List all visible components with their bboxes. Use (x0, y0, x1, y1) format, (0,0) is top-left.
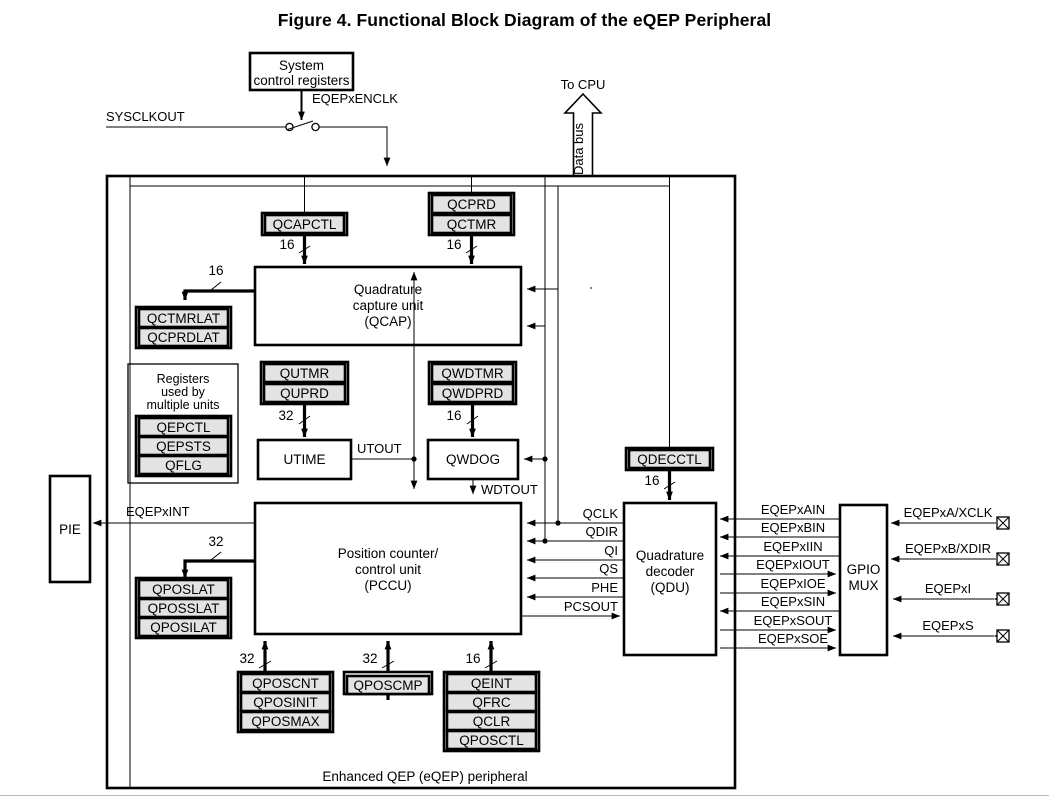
qcprdlat-label: QCPRDLAT (147, 330, 220, 345)
qdu-unit-box (622, 501, 718, 657)
qclr-label: QCLR (473, 714, 511, 729)
qposlat-label: QPOSLAT (152, 582, 215, 597)
eqepxi-label: EQEPxI (925, 581, 971, 596)
eqepxbin-label: EQEPxBIN (761, 520, 825, 535)
qposilat-label: QPOSILAT (150, 620, 217, 635)
peripheral-caption: Enhanced QEP (eQEP) peripheral (322, 769, 527, 784)
qeint-bus-width: 16 (465, 651, 480, 666)
qfrc-label: QFRC (472, 695, 510, 710)
qwdog-label: QWDOG (446, 452, 500, 467)
quprd-bus-width: 32 (278, 408, 293, 423)
qdu-gpio-signal-group: EQEPxAIN EQEPxBIN EQEPxIIN EQEPxIOUT EQE… (719, 502, 840, 652)
qctmr-bus-width: 16 (446, 237, 461, 252)
pccu-line2: control unit (355, 562, 421, 577)
qdecctl-bus-width: 16 (644, 473, 659, 488)
pie-label: PIE (59, 522, 81, 537)
phe-label: PHE (591, 580, 618, 595)
qctmrlat-label: QCTMRLAT (147, 311, 220, 326)
shared-registers-line1: Registers (157, 372, 210, 386)
eqepxsoe-label: EQEPxSOE (758, 631, 828, 646)
eqepxint-label: EQEPxINT (126, 504, 190, 519)
qdu-line2: decoder (646, 564, 695, 579)
qposmax-label: QPOSMAX (251, 714, 319, 729)
qposcmp-label: QPOSCMP (353, 678, 422, 693)
qi-label: QI (604, 543, 618, 558)
eqepxs-label: EQEPxS (922, 618, 974, 633)
qcap-line1: Quadrature (354, 282, 422, 297)
qdecctl-label: QDECCTL (637, 452, 702, 467)
qdir-label: QDIR (586, 524, 619, 539)
data-bus-label: Data bus (571, 122, 586, 175)
qcap-latch-bus-width: 16 (208, 263, 223, 278)
qposcnt-label: QPOSCNT (252, 676, 319, 691)
switch-contact-left (285, 122, 294, 132)
quprd-label: QUPRD (280, 386, 329, 401)
eqepxsout-label: EQEPxSOUT (754, 613, 833, 628)
shared-registers-line3: multiple units (147, 398, 220, 412)
pccu-qposlat-bus-width: 32 (208, 534, 223, 549)
to-cpu-label: To CPU (561, 77, 606, 92)
qposslat-label: QPOSSLAT (148, 601, 220, 616)
eqepxioe-label: EQEPxIOE (760, 576, 825, 591)
gpio-mux-line1: GPIO (847, 562, 881, 577)
qeint-label: QEINT (471, 676, 512, 691)
qdu-line1: Quadrature (636, 548, 704, 563)
qcap-line2: capture unit (353, 298, 424, 313)
switch-contact-right (311, 122, 320, 132)
eqepxenclk-label: EQEPxENCLK (312, 91, 398, 106)
qepsts-label: QEPSTS (156, 439, 211, 454)
utime-label: UTIME (284, 452, 326, 467)
eqepxa-xclk-label: EQEPxA/XCLK (904, 505, 993, 520)
eqepxb-xdir-label: EQEPxB/XDIR (905, 541, 991, 556)
device-pin-group: EQEPxA/XCLK EQEPxB/XDIR EQEPxI EQEPxS (890, 505, 1010, 643)
utout-label: UTOUT (357, 441, 402, 456)
qposinit-label: QPOSINIT (253, 695, 318, 710)
qcapctl-label: QCAPCTL (273, 217, 337, 232)
figure-page: Figure 4. Functional Block Diagram of th… (0, 0, 1049, 802)
qwdprd-label: QWDPRD (442, 386, 504, 401)
qcapctl-bus-width: 16 (279, 237, 294, 252)
qcprd-label: QCPRD (447, 197, 496, 212)
gpio-mux-line2: MUX (849, 578, 879, 593)
eqepxiin-label: EQEPxIIN (763, 539, 822, 554)
qctmr-label: QCTMR (447, 217, 497, 232)
qflg-label: QFLG (165, 458, 202, 473)
pccu-line3: (PCCU) (364, 578, 411, 593)
qposcnt-bus-width: 32 (239, 651, 254, 666)
eqepxsin-label: EQEPxSIN (761, 594, 825, 609)
qposctl-label: QPOSCTL (459, 733, 524, 748)
page-footer-rule (0, 795, 1049, 796)
pcsout-label: PCSOUT (564, 599, 618, 614)
qepctl-label: QEPCTL (156, 420, 211, 435)
clock-feed-into-peripheral (319, 126, 391, 167)
pccu-line1: Position counter/ (338, 546, 439, 561)
qutmr-label: QUTMR (280, 366, 330, 381)
sysclkout-label: SYSCLKOUT (106, 109, 185, 124)
qclk-label: QCLK (583, 506, 619, 521)
qwdprd-bus-width: 16 (446, 408, 461, 423)
system-control-registers-line2: control registers (253, 73, 349, 88)
eqep-block-diagram: System control registers EQEPxENCLK SYSC… (48, 51, 1010, 790)
qs-label: QS (599, 561, 618, 576)
wdtout-label: WDTOUT (481, 482, 538, 497)
qposcmp-bus-width: 32 (362, 651, 377, 666)
eqepxain-label: EQEPxAIN (761, 502, 825, 517)
system-control-registers-line1: System (279, 58, 324, 73)
qwdtmr-label: QWDTMR (441, 366, 503, 381)
eqepxiout-label: EQEPxIOUT (756, 557, 830, 572)
shared-registers-line2: used by (161, 385, 206, 399)
qcap-line3: (QCAP) (364, 314, 411, 329)
qdu-line3: (QDU) (651, 580, 690, 595)
